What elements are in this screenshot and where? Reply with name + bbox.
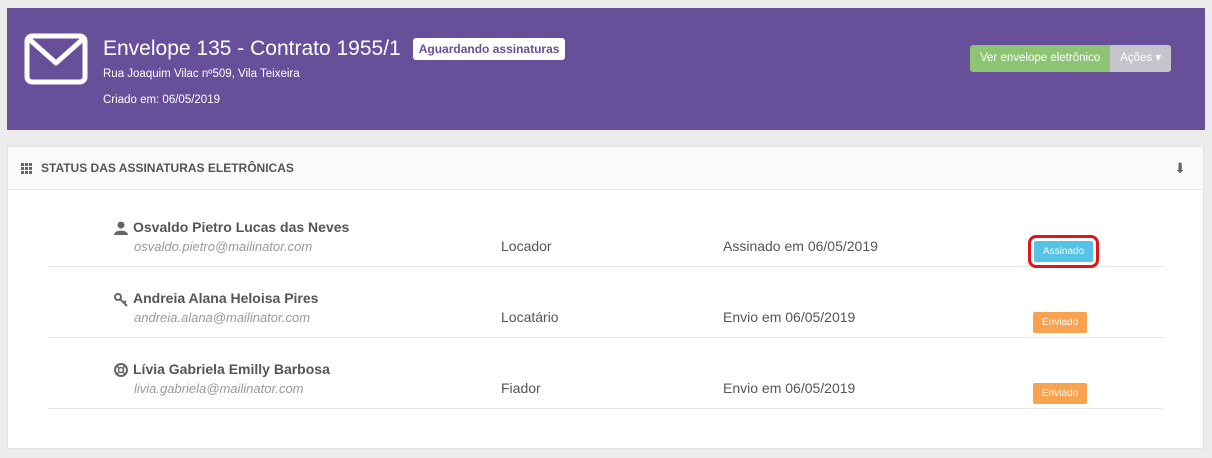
status-label: Aguardando assinaturas xyxy=(412,38,566,60)
envelope-title: Envelope 135 - Contrato 1955/1 xyxy=(103,37,401,60)
arrow-down-icon[interactable]: ⬇ xyxy=(1174,160,1186,177)
envelope-header: Envelope 135 - Contrato 1955/1 Aguardand… xyxy=(7,8,1205,130)
signer-role: Locatário xyxy=(501,309,559,325)
signer-name: Osvaldo Pietro Lucas das Neves xyxy=(133,219,350,235)
signer-email: andreia.alana@mailinator.com xyxy=(134,310,311,325)
envelope-address: Rua Joaquim Vilac nº509, Vila Teixeira xyxy=(103,68,300,80)
signer-status-text: Envio em 06/05/2019 xyxy=(723,309,856,325)
header-button-group: Ver envelope eletrônico Ações ▾ xyxy=(970,45,1172,72)
key-icon xyxy=(114,293,128,307)
grid-icon xyxy=(21,163,32,174)
signatures-panel: STATUS DAS ASSINATURAS ELETRÔNICAS ⬇ Osv… xyxy=(7,146,1204,449)
title-row: Envelope 135 - Contrato 1955/1 Aguardand… xyxy=(103,37,566,61)
user-icon xyxy=(114,221,128,235)
status-badge: Enviado xyxy=(1033,312,1088,333)
view-envelope-button[interactable]: Ver envelope eletrônico xyxy=(970,45,1111,72)
signer-row: Osvaldo Pietro Lucas das Neves osvaldo.p… xyxy=(48,195,1163,268)
signer-row: Andreia Alana Heloisa Pires andreia.alan… xyxy=(48,266,1163,338)
signer-role: Locador xyxy=(501,238,552,254)
signer-name: Lívia Gabriela Emilly Barbosa xyxy=(133,361,330,377)
envelope-icon xyxy=(24,33,88,85)
panel-title: STATUS DAS ASSINATURAS ELETRÔNICAS xyxy=(41,161,294,175)
lifebuoy-icon xyxy=(114,363,128,377)
status-badge: Assinado xyxy=(1027,235,1100,268)
signer-email: osvaldo.pietro@mailinator.com xyxy=(134,239,313,254)
signer-email: livia.gabriela@mailinator.com xyxy=(134,381,304,396)
signer-role: Fiador xyxy=(501,380,541,396)
status-badge: Enviado xyxy=(1033,383,1088,404)
actions-dropdown-button[interactable]: Ações ▾ xyxy=(1110,45,1172,72)
signer-row: Lívia Gabriela Emilly Barbosa livia.gabr… xyxy=(48,337,1163,409)
panel-header: STATUS DAS ASSINATURAS ELETRÔNICAS ⬇ xyxy=(8,147,1203,190)
envelope-created-date: Criado em: 06/05/2019 xyxy=(103,94,220,106)
signer-status-text: Assinado em 06/05/2019 xyxy=(723,238,878,254)
signer-status-text: Envio em 06/05/2019 xyxy=(723,380,856,396)
signer-name: Andreia Alana Heloisa Pires xyxy=(133,290,319,306)
